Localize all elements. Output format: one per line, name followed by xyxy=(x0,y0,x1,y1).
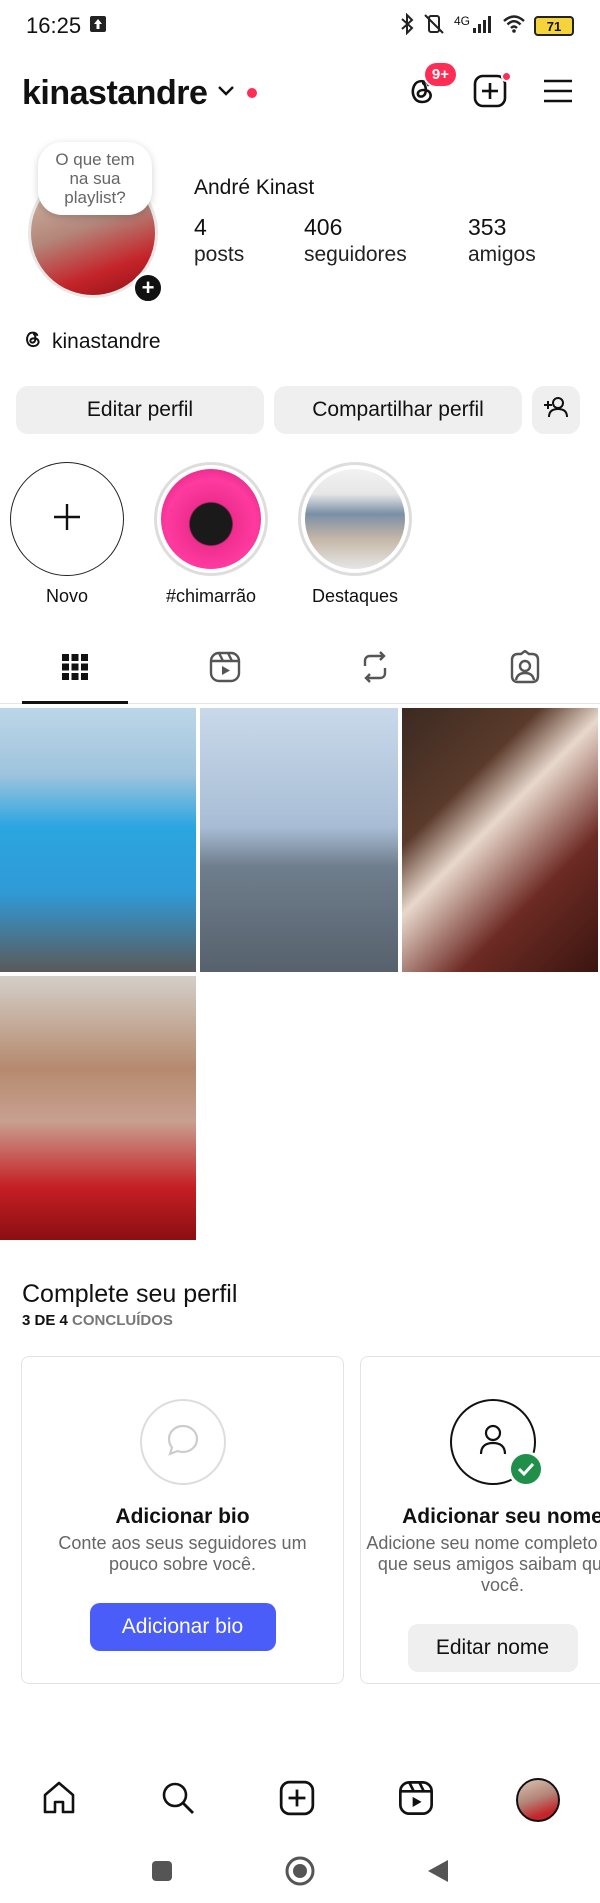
complete-profile-progress: 3 DE 4 CONCLUÍDOS xyxy=(22,1312,173,1329)
reels-nav-icon[interactable] xyxy=(397,1779,435,1822)
hamburger-icon xyxy=(542,77,574,110)
profile-actions: Editar perfil Compartilhar perfil xyxy=(16,386,580,434)
highlight-ring xyxy=(154,462,268,576)
menu-button[interactable] xyxy=(538,73,578,113)
reposts-icon xyxy=(359,650,391,689)
story-highlights: Novo #chimarrão Destaques xyxy=(10,462,414,607)
progress-done: 3 DE 4 xyxy=(22,1312,68,1329)
wifi-icon xyxy=(502,14,526,39)
add-name-card: Adicionar seu nome Adicione seu nome com… xyxy=(360,1356,600,1684)
grid-icon xyxy=(60,652,90,687)
highlight-cover xyxy=(305,469,405,569)
add-name-card-content: Adicionar seu nome Adicione seu nome com… xyxy=(361,1357,600,1672)
profile-tabs xyxy=(0,636,600,704)
edit-name-button[interactable]: Editar nome xyxy=(407,1624,578,1672)
card-description: Conte aos seus seguidores um pouco sobre… xyxy=(58,1533,307,1574)
tab-posts[interactable] xyxy=(0,636,150,704)
profile-nav-avatar[interactable] xyxy=(515,1778,560,1822)
highlight-destaques[interactable]: Destaques xyxy=(296,462,414,607)
create-button[interactable] xyxy=(470,71,512,113)
complete-profile-title: Complete seu perfil xyxy=(22,1280,238,1308)
notification-badge: 9+ xyxy=(422,61,458,88)
search-icon[interactable] xyxy=(159,1779,197,1822)
upload-icon xyxy=(89,13,107,39)
unread-dot xyxy=(247,88,258,98)
back-icon[interactable] xyxy=(426,1858,450,1889)
highlight-chimarrao[interactable]: #chimarrão xyxy=(152,462,270,607)
profile-stats: 4 posts 406 seguidores 353 amigos xyxy=(194,214,536,267)
network-type: 4G xyxy=(453,14,470,28)
vibrate-off-icon xyxy=(422,13,446,40)
post-thumbnail[interactable] xyxy=(0,708,196,972)
tab-tagged[interactable] xyxy=(450,636,600,703)
posts-stat[interactable]: 4 posts xyxy=(194,214,304,267)
note-bubble[interactable]: O que tem na sua playlist? xyxy=(38,142,152,215)
highlight-label: #chimarrão xyxy=(165,586,257,606)
friends-label: amigos xyxy=(468,243,536,266)
highlight-ring xyxy=(298,462,412,576)
followers-count: 406 xyxy=(304,214,343,240)
bluetooth-icon xyxy=(400,12,414,40)
home-button-icon[interactable] xyxy=(284,1855,316,1892)
card-title: Adicionar seu nome xyxy=(402,1505,600,1528)
posts-count: 4 xyxy=(194,214,207,240)
edit-profile-button[interactable]: Editar perfil xyxy=(16,386,264,434)
card-title: Adicionar bio xyxy=(115,1505,250,1528)
post-thumbnail[interactable] xyxy=(0,976,196,1240)
friends-stat[interactable]: 353 amigos xyxy=(468,214,536,267)
post-thumbnail[interactable] xyxy=(200,708,398,972)
tab-reels[interactable] xyxy=(150,636,300,703)
highlight-new[interactable]: Novo xyxy=(8,462,126,607)
add-story-icon[interactable]: + xyxy=(132,272,164,304)
full-name: André Kinast xyxy=(194,176,315,199)
create-dot xyxy=(501,71,512,82)
followers-label: seguidores xyxy=(304,243,407,266)
bottom-navigation xyxy=(0,1768,600,1832)
new-highlight-ring xyxy=(10,462,124,576)
status-time: 16:25 xyxy=(26,13,82,38)
posts-grid xyxy=(0,708,600,1240)
progress-label: CONCLUÍDOS xyxy=(72,1312,173,1329)
add-bio-button[interactable]: Adicionar bio xyxy=(89,1603,276,1651)
status-bar: 16:25 4G 71 xyxy=(0,0,600,52)
signal-icon xyxy=(472,14,494,39)
post-thumbnail[interactable] xyxy=(402,708,598,972)
create-post-icon[interactable] xyxy=(278,1779,316,1822)
person-icon xyxy=(473,1420,513,1465)
friends-count: 353 xyxy=(468,214,507,240)
system-navigation xyxy=(0,1848,600,1898)
followers-stat[interactable]: 406 seguidores xyxy=(304,214,468,267)
reels-icon xyxy=(208,650,242,689)
profile-header: kinastandre 9+ xyxy=(0,61,600,118)
highlight-cover xyxy=(161,469,261,569)
threads-handle: kinastandre xyxy=(52,330,161,353)
bio-circle xyxy=(139,1399,226,1485)
account-switcher[interactable]: kinastandre xyxy=(22,74,208,113)
tab-reposts[interactable] xyxy=(300,636,450,703)
share-profile-button[interactable]: Compartilhar perfil xyxy=(274,386,522,434)
highlight-label: Novo xyxy=(45,586,89,606)
discover-people-button[interactable] xyxy=(532,386,580,434)
card-description: Adicione seu nome completo para que seus… xyxy=(366,1533,600,1595)
highlight-label: Destaques xyxy=(311,586,399,606)
checkmark-icon xyxy=(507,1451,544,1487)
threads-small-icon xyxy=(22,328,44,356)
battery-indicator: 71 xyxy=(534,16,574,36)
tagged-icon xyxy=(508,649,542,689)
posts-label: posts xyxy=(194,243,245,266)
recents-icon[interactable] xyxy=(150,1859,174,1888)
chevron-down-icon[interactable] xyxy=(217,84,235,102)
threads-button[interactable]: 9+ xyxy=(402,61,458,113)
home-icon[interactable] xyxy=(40,1779,78,1822)
name-circle xyxy=(449,1399,544,1487)
add-person-icon xyxy=(543,396,569,424)
speech-bubble-icon xyxy=(165,1422,201,1463)
threads-link[interactable]: kinastandre xyxy=(22,328,161,356)
plus-icon xyxy=(52,502,82,537)
add-bio-card: Adicionar bio Conte aos seus seguidores … xyxy=(21,1356,344,1684)
